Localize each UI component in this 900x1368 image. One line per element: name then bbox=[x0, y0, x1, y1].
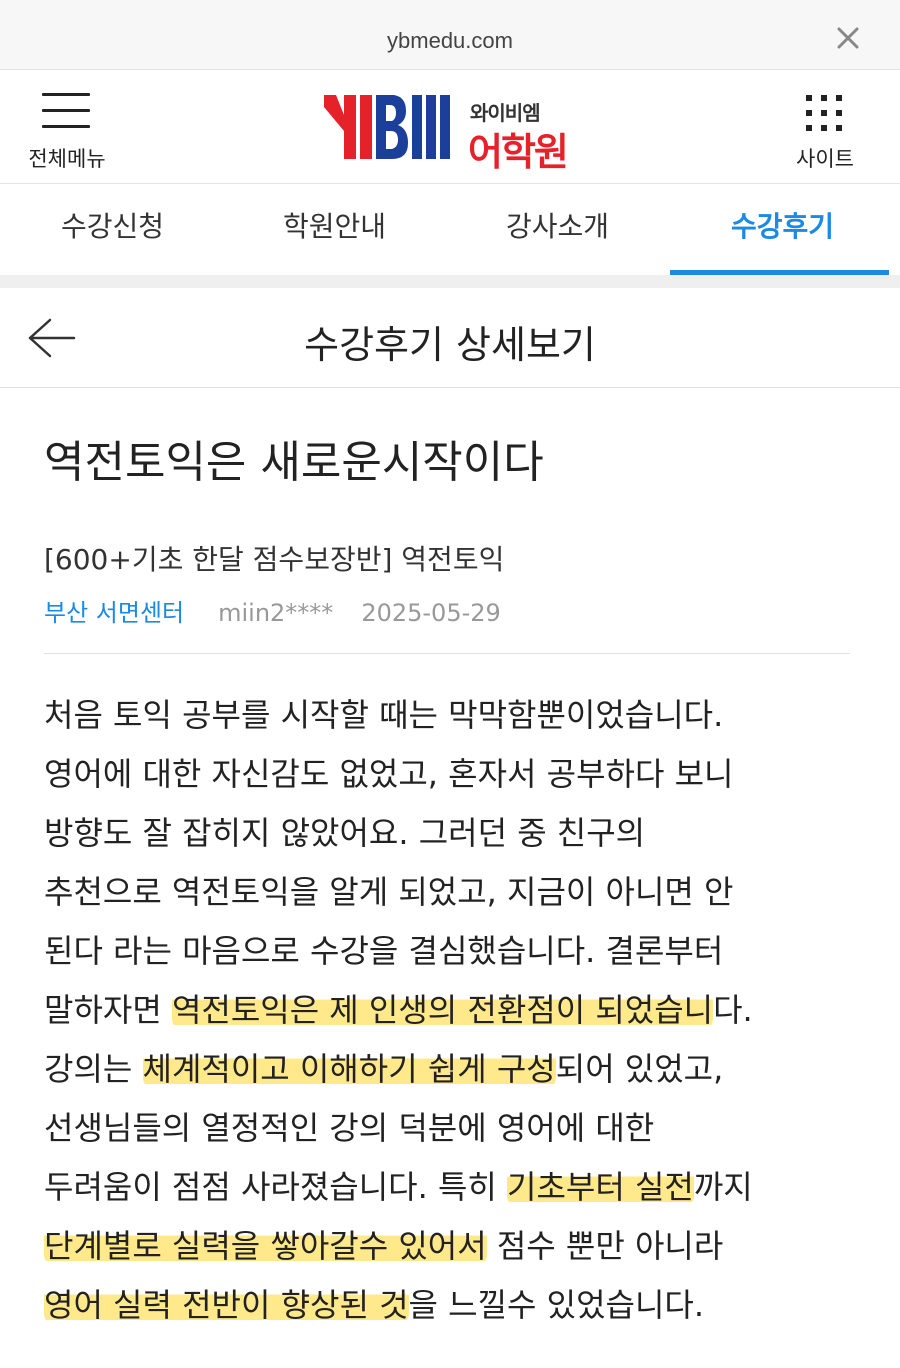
tab-academy-info[interactable]: 학원안내 bbox=[222, 185, 447, 275]
post-meta: 부산 서면센터 miin2**** 2025-05-29 bbox=[44, 593, 501, 628]
review-line: 추천으로 역전토익을 알게 되었고, 지금이 아니면 안 bbox=[44, 873, 734, 911]
page-title-bar: 수강후기 상세보기 bbox=[0, 288, 900, 388]
review-body: 처음 토익 공부를 시작할 때는 막막함뿐이었습니다. 영어에 대한 자신감도 없… bbox=[44, 686, 852, 1335]
review-line: 영어에 대한 자신감도 없었고, 혼자서 공부하다 보니 bbox=[44, 755, 734, 793]
section-separator bbox=[0, 275, 900, 288]
hamburger-icon bbox=[42, 93, 90, 129]
main-tabs: 수강신청 학원안내 강사소개 수강후기 bbox=[0, 185, 900, 275]
highlighted-text: 기초부터 실전 bbox=[507, 1168, 694, 1206]
menu-label: 전체메뉴 bbox=[28, 147, 106, 171]
ybm-logo[interactable]: 와이비엠 어학원 bbox=[322, 93, 582, 174]
highlighted-text: 역전토익은 제 인생의 전환점이 되었습니 bbox=[171, 991, 714, 1029]
review-line: 강의는 체계적이고 이해하기 쉽게 구성되어 있었고, bbox=[44, 1050, 724, 1088]
tab-course-register[interactable]: 수강신청 bbox=[0, 185, 225, 275]
divider bbox=[44, 653, 850, 654]
review-line: 단계별로 실력을 쌓아갈수 있어서 점수 뿐만 아니라 bbox=[44, 1227, 724, 1265]
url-text[interactable]: ybmedu.com bbox=[0, 28, 900, 54]
site-header: 전체메뉴 와이비엠 어학원 사이트 bbox=[0, 71, 900, 184]
ybm-logo-mark bbox=[324, 95, 450, 159]
highlighted-text: 영어 실력 전반이 향상된 것 bbox=[44, 1286, 409, 1324]
menu-button[interactable]: 전체메뉴 bbox=[20, 89, 114, 171]
post-title: 역전토익은 새로운시작이다 bbox=[44, 437, 544, 488]
review-line: 선생님들의 열정적인 강의 덕분에 영어에 대한 bbox=[44, 1109, 655, 1147]
review-line: 방향도 잘 잡히지 않았어요. 그러던 중 친구의 bbox=[44, 814, 646, 852]
author-name: miin2**** bbox=[218, 599, 334, 627]
site-label: 사이트 bbox=[796, 147, 854, 171]
post-date: 2025-05-29 bbox=[361, 599, 501, 627]
site-button[interactable]: 사이트 bbox=[790, 89, 860, 171]
highlighted-text: 단계별로 실력을 쌓아갈수 있어서 bbox=[44, 1227, 487, 1265]
review-line: 두려움이 점점 사라졌습니다. 특히 기초부터 실전까지 bbox=[44, 1168, 753, 1206]
course-name: [600+기초 한달 점수보장반] 역전토익 bbox=[44, 543, 505, 576]
review-line: 영어 실력 전반이 향상된 것을 느낄수 있었습니다. bbox=[44, 1286, 705, 1324]
close-icon[interactable] bbox=[836, 26, 860, 50]
grid-dots-icon bbox=[806, 95, 842, 131]
browser-url-bar: ybmedu.com bbox=[0, 0, 900, 70]
review-line: 처음 토익 공부를 시작할 때는 막막함뿐이었습니다. bbox=[44, 696, 724, 734]
tab-reviews[interactable]: 수강후기 bbox=[670, 185, 895, 275]
tab-instructors[interactable]: 강사소개 bbox=[445, 185, 670, 275]
page-title: 수강후기 상세보기 bbox=[304, 323, 596, 367]
review-line: 말하자면 역전토익은 제 인생의 전환점이 되었습니다. bbox=[44, 991, 753, 1029]
highlighted-text: 체계적이고 이해하기 쉽게 구성 bbox=[142, 1050, 556, 1088]
review-line: 된다 라는 마음으로 수강을 결심했습니다. 결론부터 bbox=[44, 932, 724, 970]
logo-text-big: 어학원 bbox=[468, 130, 569, 174]
center-link[interactable]: 부산 서면센터 bbox=[44, 599, 184, 627]
